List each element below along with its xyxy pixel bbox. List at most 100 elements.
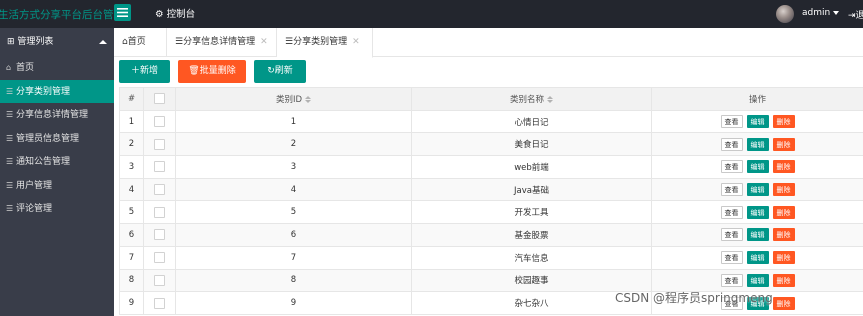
row-select bbox=[143, 268, 176, 293]
edit-button[interactable]: 编辑 bbox=[746, 115, 769, 129]
row-select bbox=[143, 200, 176, 225]
edit-button[interactable]: 编辑 bbox=[746, 183, 769, 197]
edit-button[interactable]: 编辑 bbox=[746, 251, 769, 265]
refresh-label: 刷新 bbox=[274, 66, 293, 76]
list-icon: ☰ bbox=[6, 133, 14, 143]
row-category-id: 9 bbox=[175, 291, 412, 315]
list-icon: ☰ bbox=[285, 37, 294, 47]
delete-button[interactable]: 删除 bbox=[772, 296, 795, 310]
row-actions: 查看 编辑 删除 bbox=[651, 132, 863, 157]
view-button[interactable]: 查看 bbox=[720, 273, 743, 287]
watermark: CSDN @程序员springmeng bbox=[615, 291, 773, 305]
column-header-name[interactable]: 类别名称 bbox=[411, 87, 652, 111]
edit-button[interactable]: 编辑 bbox=[746, 137, 769, 151]
tab-share-detail[interactable]: ☰分享信息详情管理 ✕ bbox=[167, 28, 277, 57]
avatar[interactable] bbox=[776, 5, 794, 23]
sidebar-item-category[interactable]: ☰ 分享类别管理 bbox=[0, 79, 114, 103]
delete-button[interactable]: 删除 bbox=[772, 115, 795, 129]
row-checkbox[interactable] bbox=[154, 206, 165, 218]
refresh-button[interactable]: ↻刷新 bbox=[254, 60, 306, 83]
batch-delete-label: 批量删除 bbox=[199, 66, 236, 76]
row-category-id: 5 bbox=[175, 200, 412, 225]
edit-button[interactable]: 编辑 bbox=[746, 273, 769, 287]
sort-icon[interactable] bbox=[305, 95, 312, 103]
column-header-label: 类别名称 bbox=[509, 94, 544, 105]
close-icon[interactable]: ✕ bbox=[260, 37, 268, 47]
console-link[interactable]: ⚙ 控制台 bbox=[155, 6, 195, 20]
edit-button[interactable]: 编辑 bbox=[746, 228, 769, 242]
edit-button[interactable]: 编辑 bbox=[746, 205, 769, 219]
row-select bbox=[143, 245, 176, 270]
row-select bbox=[143, 109, 176, 134]
edit-button[interactable]: 编辑 bbox=[746, 160, 769, 174]
logout-link[interactable]: ⇥退 bbox=[848, 8, 863, 21]
sidebar-item-admin[interactable]: ☰ 管理员信息管理 bbox=[0, 127, 114, 151]
view-button[interactable]: 查看 bbox=[720, 160, 743, 174]
menu-toggle-button[interactable] bbox=[114, 4, 131, 21]
sidebar-item-notice[interactable]: ☰ 通知公告管理 bbox=[0, 150, 114, 174]
app-title: 生活方式分享平台后台管理 bbox=[0, 9, 124, 21]
row-checkbox[interactable] bbox=[154, 116, 165, 128]
view-button[interactable]: 查看 bbox=[720, 251, 743, 265]
delete-button[interactable]: 删除 bbox=[772, 273, 795, 287]
delete-button[interactable]: 删除 bbox=[772, 205, 795, 219]
row-checkbox[interactable] bbox=[154, 274, 165, 286]
delete-button[interactable]: 删除 bbox=[772, 228, 795, 242]
row-category-name: Java基础 bbox=[411, 177, 652, 202]
row-checkbox[interactable] bbox=[154, 252, 165, 264]
row-category-id: 3 bbox=[175, 155, 412, 179]
row-select bbox=[143, 155, 176, 179]
row-select bbox=[143, 223, 176, 247]
sidebar-item-share-detail[interactable]: ☰ 分享信息详情管理 bbox=[0, 103, 114, 127]
row-checkbox[interactable] bbox=[154, 161, 165, 173]
view-button[interactable]: 查看 bbox=[720, 137, 743, 151]
plus-icon: ＋ bbox=[130, 66, 140, 76]
tab-label: 分享信息详情管理 bbox=[183, 37, 256, 47]
tab-category[interactable]: ☰分享类别管理 ✕ bbox=[277, 28, 373, 58]
sidebar-item-label: 分享类别管理 bbox=[16, 86, 71, 97]
batch-delete-button[interactable]: 🗑批量删除 bbox=[178, 60, 246, 83]
select-all-checkbox[interactable] bbox=[154, 93, 165, 105]
table-row: 4 4 Java基础 查看 编辑 删除 bbox=[119, 177, 863, 202]
tab-home[interactable]: ⌂首页 bbox=[114, 28, 167, 57]
row-checkbox[interactable] bbox=[154, 184, 165, 196]
user-menu[interactable]: admin bbox=[802, 8, 840, 18]
sidebar-item-users[interactable]: ☰ 用户管理 bbox=[0, 174, 114, 198]
row-checkbox[interactable] bbox=[154, 229, 165, 241]
add-button[interactable]: ＋新增 bbox=[119, 60, 170, 83]
sidebar-item-label: 首页 bbox=[16, 63, 35, 73]
delete-button[interactable]: 删除 bbox=[772, 160, 795, 174]
close-icon[interactable]: ✕ bbox=[352, 37, 360, 47]
grid-icon: ⊞ bbox=[7, 37, 15, 47]
view-button[interactable]: 查看 bbox=[720, 205, 743, 219]
sidebar-header[interactable]: ⊞ 管理列表 bbox=[0, 28, 114, 56]
delete-button[interactable]: 删除 bbox=[772, 183, 795, 197]
row-select bbox=[143, 177, 176, 202]
view-button[interactable]: 查看 bbox=[720, 228, 743, 242]
sidebar-item-comments[interactable]: ☰ 评论管理 bbox=[0, 197, 114, 221]
row-category-id: 7 bbox=[175, 245, 412, 270]
delete-button[interactable]: 删除 bbox=[772, 137, 795, 151]
list-icon: ☰ bbox=[6, 110, 14, 119]
column-header-id[interactable]: 类别ID bbox=[175, 87, 412, 111]
category-table: # 类别ID 类别名称 操作 1 1 心情日记 查看 编辑 删除 2 2 美食日记 查看 编辑 删除 3… bbox=[119, 87, 863, 315]
row-checkbox[interactable] bbox=[154, 297, 165, 309]
sidebar-item-label: 分享信息详情管理 bbox=[16, 110, 89, 120]
sidebar-item-home[interactable]: ⌂ 首页 bbox=[0, 56, 114, 80]
sort-icon[interactable] bbox=[547, 95, 553, 103]
row-actions: 查看 编辑 删除 bbox=[651, 177, 863, 202]
view-button[interactable]: 查看 bbox=[720, 115, 743, 129]
row-actions: 查看 编辑 删除 bbox=[651, 155, 863, 179]
sidebar-item-label: 通知公告管理 bbox=[16, 157, 71, 167]
list-icon: ☰ bbox=[6, 204, 14, 213]
row-category-id: 6 bbox=[175, 223, 412, 247]
sidebar-item-label: 评论管理 bbox=[16, 204, 53, 214]
view-button[interactable]: 查看 bbox=[720, 183, 743, 197]
row-index: 6 bbox=[119, 223, 144, 247]
user-name: admin bbox=[802, 8, 831, 18]
row-category-id: 4 bbox=[175, 177, 412, 202]
trash-icon: 🗑 bbox=[188, 66, 200, 76]
row-checkbox[interactable] bbox=[154, 138, 165, 150]
list-icon: ☰ bbox=[6, 157, 14, 166]
delete-button[interactable]: 删除 bbox=[772, 251, 795, 265]
